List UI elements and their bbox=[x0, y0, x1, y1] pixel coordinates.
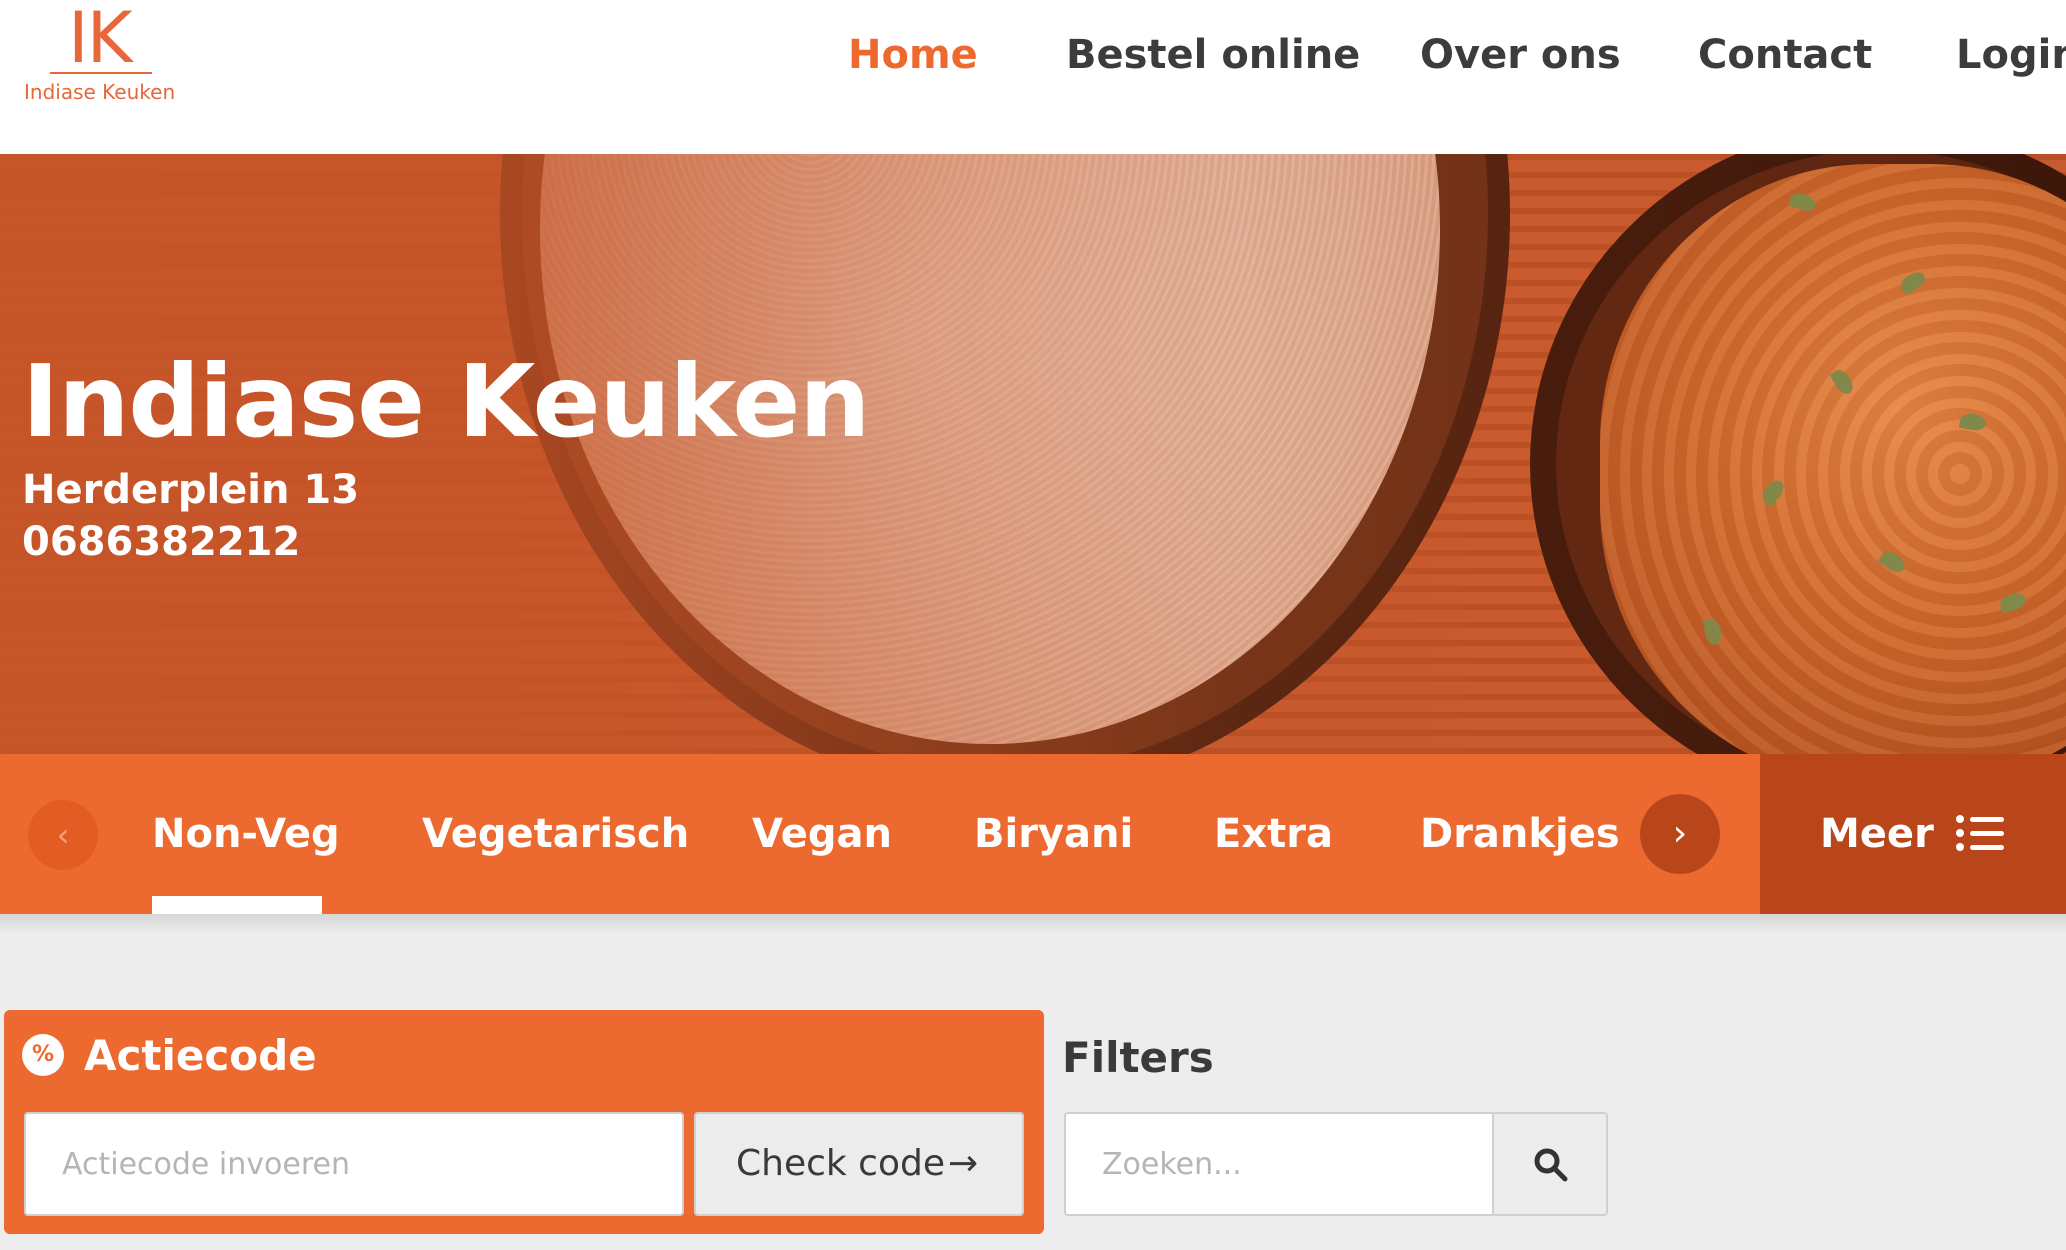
action-code-panel: % Actiecode Check code → bbox=[4, 1010, 1044, 1234]
list-icon-line bbox=[1970, 817, 2004, 822]
nav-bestel-online[interactable]: Bestel online bbox=[1066, 22, 1360, 88]
category-drankjes[interactable]: Drankjes bbox=[1420, 794, 1620, 874]
list-icon bbox=[1956, 815, 2004, 852]
restaurant-phone[interactable]: 0686382212 bbox=[22, 516, 300, 568]
list-icon-dot bbox=[1956, 843, 1964, 851]
category-vegan[interactable]: Vegan bbox=[752, 794, 892, 874]
arrow-right-icon: → bbox=[948, 1143, 979, 1184]
top-navigation-bar: IK Indiase Keuken Home Bestel online Ove… bbox=[0, 0, 2066, 154]
category-biryani[interactable]: Biryani bbox=[974, 794, 1133, 874]
nav-home[interactable]: Home bbox=[848, 22, 978, 88]
chevron-right-icon[interactable]: › bbox=[1640, 794, 1720, 874]
percent-badge-icon: % bbox=[22, 1034, 64, 1076]
search-input[interactable] bbox=[1064, 1112, 1494, 1216]
logo-name: Indiase Keuken bbox=[24, 80, 176, 104]
category-bar: ‹ Non-Veg Vegetarisch Vegan Biryani Extr… bbox=[0, 754, 2066, 914]
filters-title: Filters bbox=[1062, 1033, 1214, 1082]
logo[interactable]: IK Indiase Keuken bbox=[22, 0, 192, 112]
search-button[interactable] bbox=[1492, 1112, 1608, 1216]
action-code-input[interactable] bbox=[24, 1112, 684, 1216]
list-icon-dot bbox=[1956, 815, 1964, 823]
category-extra[interactable]: Extra bbox=[1214, 794, 1333, 874]
category-non-veg[interactable]: Non-Veg bbox=[152, 794, 340, 874]
active-category-indicator bbox=[152, 896, 322, 914]
more-categories-button[interactable]: Meer bbox=[1760, 754, 2066, 914]
search-icon bbox=[1534, 1148, 1568, 1182]
chevron-left-icon[interactable]: ‹ bbox=[28, 800, 98, 870]
action-code-title: Actiecode bbox=[84, 1031, 317, 1080]
category-vegetarisch[interactable]: Vegetarisch bbox=[422, 794, 689, 874]
check-code-button[interactable]: Check code → bbox=[694, 1112, 1024, 1216]
nav-login[interactable]: Login bbox=[1956, 22, 2066, 88]
nav-over-ons[interactable]: Over ons bbox=[1420, 22, 1621, 88]
list-icon-line bbox=[1970, 831, 2004, 836]
more-label: Meer bbox=[1820, 811, 1934, 857]
list-icon-line bbox=[1970, 845, 2004, 850]
category-bar-shadow bbox=[0, 914, 2066, 934]
list-icon-dot bbox=[1956, 829, 1964, 837]
check-code-label: Check code bbox=[736, 1143, 946, 1184]
restaurant-title: Indiase Keuken bbox=[22, 343, 870, 460]
logo-divider bbox=[50, 72, 152, 74]
hero-banner: Indiase Keuken Herderplein 13 0686382212 bbox=[0, 154, 2066, 754]
restaurant-address: Herderplein 13 bbox=[22, 467, 360, 513]
nav-contact[interactable]: Contact bbox=[1698, 22, 1872, 88]
logo-mark: IK bbox=[68, 0, 133, 79]
